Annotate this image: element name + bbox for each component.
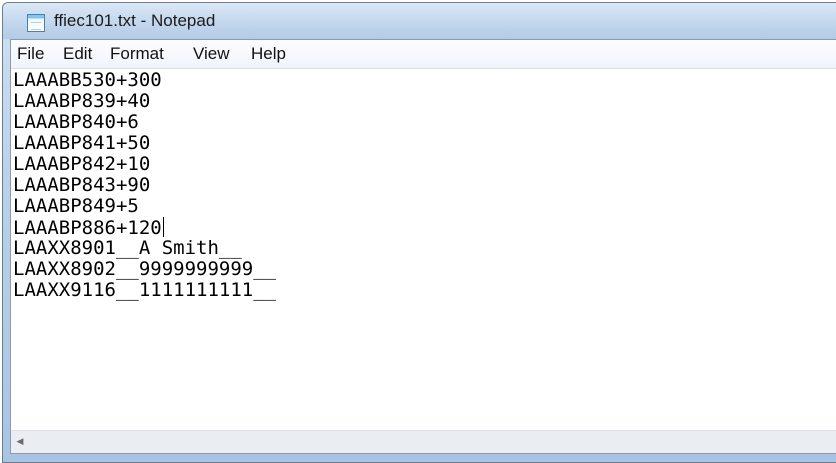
text-line: LAAXX8902__9999999999__: [13, 258, 277, 280]
text-line: LAAABP843+90: [13, 174, 151, 196]
notepad-window: ffiec101.txt - Notepad File Edit Format …: [2, 2, 836, 463]
menu-edit[interactable]: Edit: [63, 44, 92, 64]
title-bar[interactable]: ffiec101.txt - Notepad: [3, 3, 836, 39]
text-line: LAAXX9116__1111111111__: [13, 279, 277, 301]
client-area: File Edit Format View Help LAAABB530+300…: [10, 39, 836, 454]
window-title: ffiec101.txt - Notepad: [54, 11, 216, 30]
notepad-icon[interactable]: [27, 14, 45, 32]
text-caret: [162, 217, 164, 237]
menu-bar: File Edit Format View Help: [11, 40, 836, 69]
text-line: LAAABP839+40: [13, 90, 151, 112]
text-line-content: LAAABP886+120: [13, 217, 162, 239]
text-line: LAAABB530+300: [13, 69, 162, 91]
text-line: LAAXX8901__A Smith__: [13, 237, 242, 259]
horizontal-scrollbar[interactable]: ◀: [11, 430, 836, 453]
text-line: LAAABP842+10: [13, 153, 151, 175]
text-line: LAAABP841+50: [13, 132, 151, 154]
text-line: LAAABP840+6: [13, 111, 139, 133]
menu-view[interactable]: View: [193, 44, 230, 64]
menu-file[interactable]: File: [17, 44, 44, 64]
text-editor[interactable]: LAAABB530+300 LAAABP839+40 LAAABP840+6 L…: [11, 69, 836, 430]
menu-format[interactable]: Format: [110, 44, 164, 64]
chevron-left-icon[interactable]: ◀: [11, 431, 29, 453]
menu-help[interactable]: Help: [251, 44, 286, 64]
text-line-with-caret: LAAABP886+120: [13, 217, 164, 239]
text-line: LAAABP849+5: [13, 195, 139, 217]
